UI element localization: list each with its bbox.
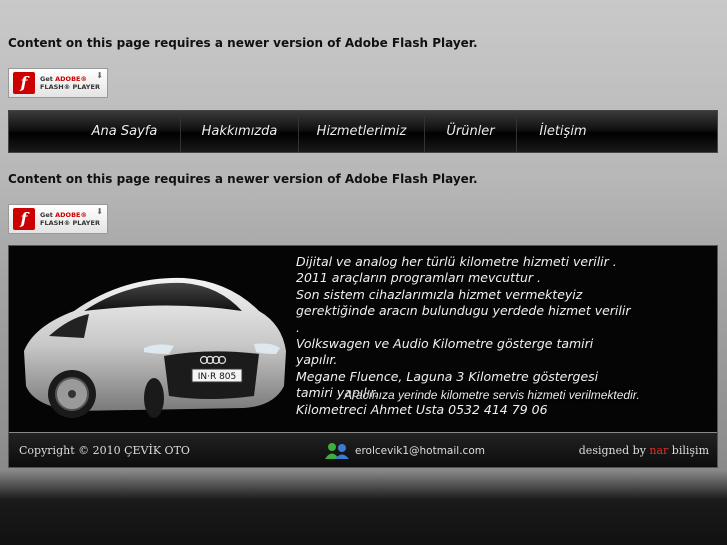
get-flash-player-button-2[interactable]: f Get ADOBE® FLASH® PLAYER ⬇ bbox=[8, 204, 108, 234]
license-plate: IN·R 805 bbox=[198, 372, 237, 382]
nav-item-iletisim[interactable]: İletişim bbox=[517, 111, 609, 152]
nav-item-urunler[interactable]: Ürünler bbox=[425, 111, 517, 152]
download-arrow-icon: ⬇ bbox=[96, 71, 103, 80]
flash-logo-icon: f bbox=[13, 72, 35, 94]
nav-item-hizmetlerimiz[interactable]: Hizmetlerimiz bbox=[299, 111, 425, 152]
car-illustration: IN·R 805 bbox=[24, 277, 286, 418]
footer: Copyright © 2010 ÇEVİK OTO erolcevik1@ho… bbox=[9, 433, 717, 467]
desc-line: gerektiğinde aracın bulundugu yerdede hi… bbox=[296, 303, 631, 319]
messenger-buddies-icon bbox=[325, 443, 349, 459]
download-arrow-icon: ⬇ bbox=[96, 207, 103, 216]
copyright-text: Copyright © 2010 ÇEVİK OTO bbox=[19, 444, 190, 457]
scrolling-marquee: Aracınıza yerinde kilometre servis hizme… bbox=[344, 388, 640, 402]
desc-line: Megane Fluence, Laguna 3 Kilometre göste… bbox=[296, 368, 599, 384]
desc-line: Dijital ve analog her türlü kilometre hi… bbox=[296, 254, 617, 269]
car-image: IN·R 805 bbox=[14, 256, 294, 426]
flash-logo-icon: f bbox=[13, 208, 35, 230]
nav-item-hakkimizda[interactable]: Hakkımızda bbox=[181, 111, 299, 152]
desc-line: yapılır. bbox=[296, 352, 338, 368]
marquee-text: Aracınıza yerinde kilometre servis hizme… bbox=[344, 388, 640, 402]
desc-line: Kilometreci Ahmet Usta 0532 414 79 06 bbox=[296, 401, 548, 417]
get-flash-player-button[interactable]: f Get ADOBE® FLASH® PLAYER ⬇ bbox=[8, 68, 108, 98]
desc-line: . bbox=[296, 319, 300, 335]
nav-item-ana-sayfa[interactable]: Ana Sayfa bbox=[69, 111, 181, 152]
content-panel: IN·R 805 Dijital ve analog her türlü kil… bbox=[8, 245, 718, 468]
flash-notice-text-2: Content on this page requires a newer ve… bbox=[8, 172, 478, 186]
flash-notice-text: Content on this page requires a newer ve… bbox=[8, 36, 478, 50]
desc-line: 2011 araçların programları mevcuttur . bbox=[296, 270, 541, 286]
desc-line: Volkswagen ve Audio Kilometre gösterge t… bbox=[296, 336, 594, 352]
email-contact[interactable]: erolcevik1@hotmail.com bbox=[324, 442, 485, 460]
desc-line: Son sistem cihazlarımızla hizmet vermekt… bbox=[296, 286, 583, 302]
main-navbar: Ana Sayfa Hakkımızda Hizmetlerimiz Ürünl… bbox=[8, 110, 718, 153]
designed-by[interactable]: designed by nar bilişim bbox=[579, 444, 709, 457]
email-link[interactable]: erolcevik1@hotmail.com bbox=[355, 445, 485, 457]
